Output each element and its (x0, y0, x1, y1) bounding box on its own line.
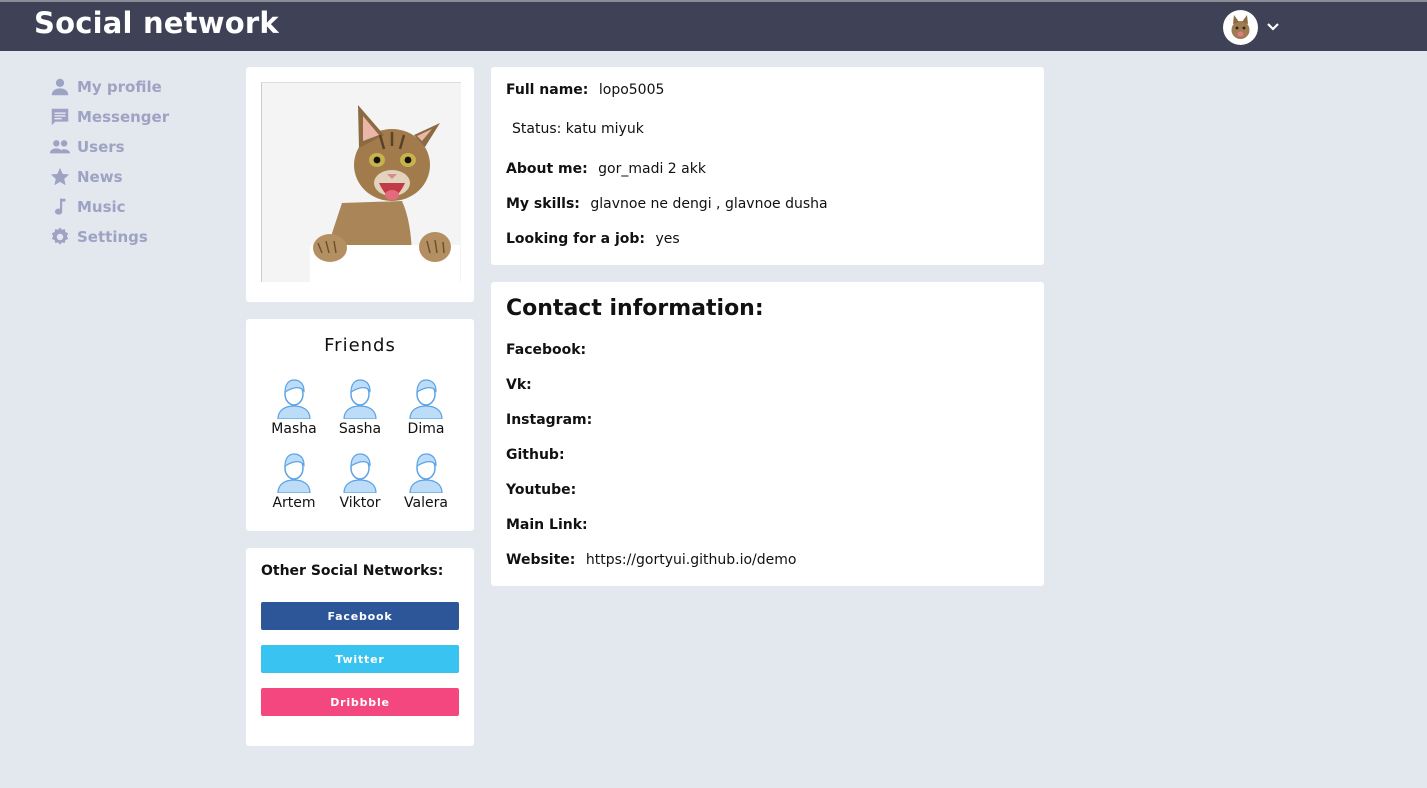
user-avatar-icon (277, 379, 311, 419)
app-title: Social network (34, 6, 279, 40)
full-name-value: lopo5005 (598, 82, 665, 98)
other-networks-card: Other Social Networks: Facebook Twitter … (246, 548, 474, 746)
contact-info-card: Contact information: Facebook: Vk: Insta… (491, 282, 1044, 586)
friends-title: Friends (324, 335, 396, 356)
users-icon (49, 140, 71, 154)
status-text[interactable]: Status: katu miyuk (512, 121, 644, 137)
vk-contact-label: Vk: (506, 377, 532, 393)
top-bar: Social network (0, 0, 1427, 51)
friend-item[interactable]: Sasha (327, 377, 393, 437)
facebook-button[interactable]: Facebook (261, 602, 459, 630)
sidebar-item-users[interactable]: Users (49, 132, 169, 162)
friend-item[interactable]: Dima (393, 377, 459, 437)
contact-title: Contact information: (506, 296, 764, 321)
job-value: yes (655, 231, 680, 247)
about-row: About me: gor_madi 2 akk (506, 161, 706, 177)
sidebar-item-settings[interactable]: Settings (49, 222, 169, 252)
github-contact-row: Github: (506, 447, 571, 463)
cat-photo-icon (310, 105, 460, 282)
user-avatar-icon (343, 379, 377, 419)
about-value: gor_madi 2 akk (598, 161, 706, 177)
message-icon (51, 108, 69, 126)
profile-photo (261, 82, 461, 282)
networks-title: Other Social Networks: (261, 563, 444, 579)
main-link-contact-row: Main Link: (506, 517, 594, 533)
main-link-contact-label: Main Link: (506, 517, 588, 533)
friend-item[interactable]: Artem (261, 451, 327, 511)
user-avatar-icon (409, 379, 443, 419)
gear-icon (51, 227, 69, 245)
full-name-label: Full name: (506, 82, 589, 98)
twitter-button[interactable]: Twitter (261, 645, 459, 673)
website-contact-label: Website: (506, 552, 576, 568)
friend-name: Sasha (338, 421, 382, 437)
github-contact-label: Github: (506, 447, 565, 463)
user-avatar-icon (409, 453, 443, 493)
friend-name: Viktor (339, 495, 381, 511)
full-name-row: Full name: lopo5005 (506, 82, 664, 98)
profile-info-card: Full name: lopo5005 Status: katu miyuk A… (491, 67, 1044, 265)
friends-card: Friends Masha Sasha Dima Artem Viktor Va… (246, 319, 474, 531)
friend-item[interactable]: Valera (393, 451, 459, 511)
user-avatar-icon (277, 453, 311, 493)
job-label: Looking for a job: (506, 231, 645, 247)
sidebar-item-label: Music (77, 198, 126, 216)
youtube-contact-row: Youtube: (506, 482, 582, 498)
instagram-contact-row: Instagram: (506, 412, 598, 428)
skills-value: glavnoe ne dengi , glavnoe dusha (590, 196, 828, 212)
facebook-contact-label: Facebook: (506, 342, 587, 358)
skills-label: My skills: (506, 196, 580, 212)
user-avatar[interactable] (1223, 10, 1258, 45)
sidebar-item-label: My profile (77, 78, 162, 96)
friend-name: Valera (404, 495, 448, 511)
sidebar-item-label: Users (77, 138, 125, 156)
friend-item[interactable]: Masha (261, 377, 327, 437)
sidebar-nav: My profile Messenger Users News Music Se… (49, 72, 169, 252)
sidebar-item-news[interactable]: News (49, 162, 169, 192)
friend-name: Artem (272, 495, 316, 511)
cat-avatar-icon (1231, 15, 1250, 39)
website-link[interactable]: https://gortyui.github.io/demo (586, 552, 797, 568)
job-row: Looking for a job: yes (506, 231, 680, 247)
chevron-down-icon[interactable] (1266, 20, 1280, 34)
friend-name: Masha (271, 421, 317, 437)
sidebar-item-label: Settings (77, 228, 148, 246)
sidebar-item-label: Messenger (77, 108, 170, 126)
instagram-contact-label: Instagram: (506, 412, 593, 428)
star-icon (50, 167, 70, 186)
sidebar-item-my-profile[interactable]: My profile (49, 72, 169, 102)
facebook-contact-row: Facebook: (506, 342, 592, 358)
skills-row: My skills: glavnoe ne dengi , glavnoe du… (506, 196, 828, 212)
dribbble-button[interactable]: Dribbble (261, 688, 459, 716)
about-label: About me: (506, 161, 588, 177)
profile-photo-card (246, 67, 474, 302)
sidebar-item-messenger[interactable]: Messenger (49, 102, 169, 132)
friend-name: Dima (407, 421, 445, 437)
music-note-icon (54, 198, 66, 215)
sidebar-item-music[interactable]: Music (49, 192, 169, 222)
person-icon (51, 78, 69, 96)
website-contact-row: Website: https://gortyui.github.io/demo (506, 552, 796, 568)
sidebar-item-label: News (77, 168, 123, 186)
user-avatar-icon (343, 453, 377, 493)
friend-item[interactable]: Viktor (327, 451, 393, 511)
youtube-contact-label: Youtube: (506, 482, 577, 498)
vk-contact-row: Vk: (506, 377, 538, 393)
